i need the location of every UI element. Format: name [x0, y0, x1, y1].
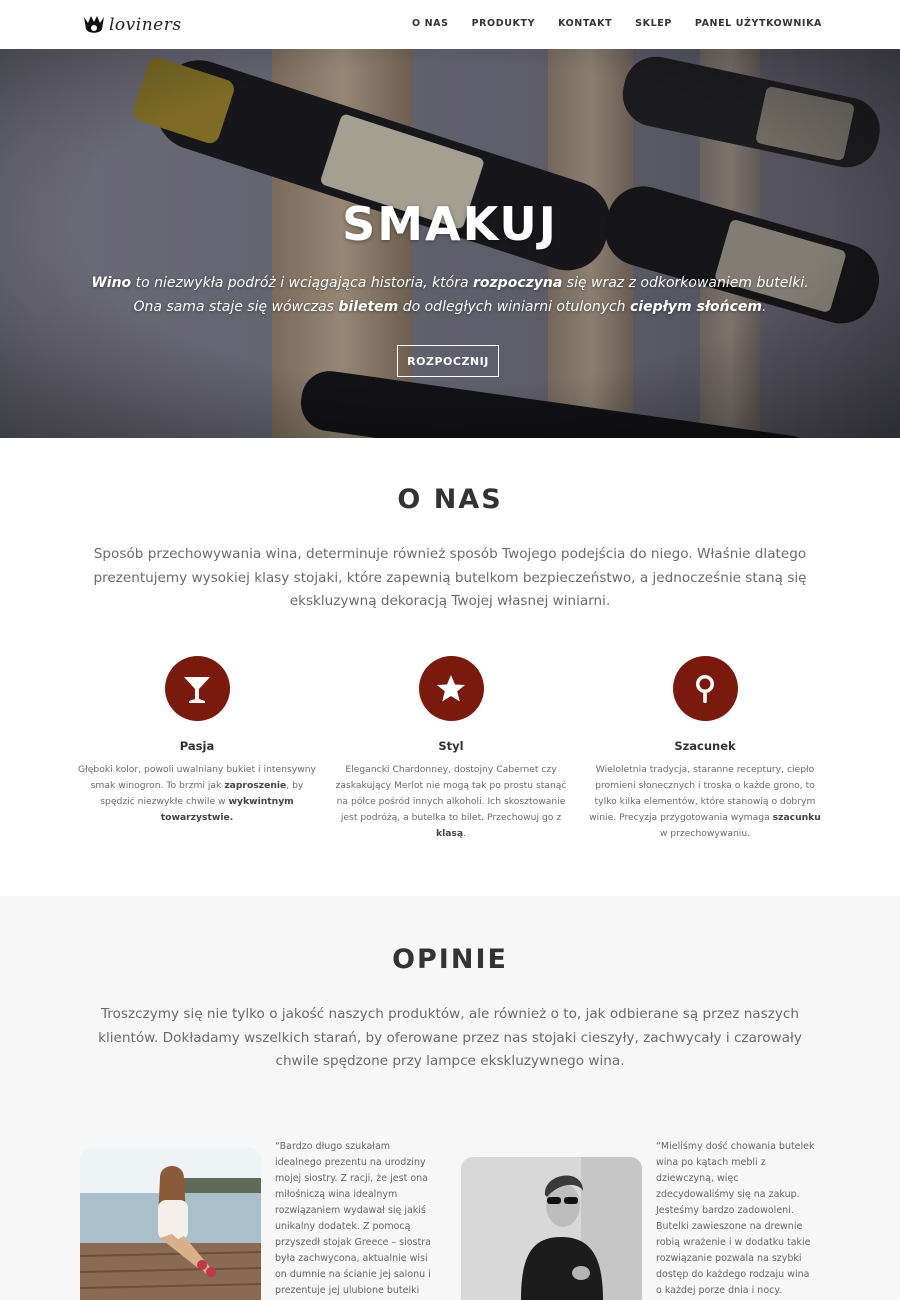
menu-item-panel-uzytkownika[interactable]: PANEL UŻYTKOWNIKA	[695, 18, 822, 29]
menu-item-sklep[interactable]: SKLEP	[635, 18, 672, 29]
hero-description: Wino to niezwykła podróż i wciągająca hi…	[90, 271, 810, 319]
main-menu: O NAS PRODUKTY KONTAKT SKLEP PANEL UŻYTK…	[412, 18, 822, 29]
menu-item-kontakt[interactable]: KONTAKT	[558, 18, 612, 29]
feature-pasja: Pasja Głęboki kolor, powoli uwalniany bu…	[72, 656, 322, 826]
logo[interactable]: loviners	[82, 12, 182, 38]
crown-logo-icon	[84, 16, 104, 33]
lollipop-icon	[672, 656, 738, 721]
top-navbar: loviners O NAS PRODUKTY KONTAKT SKLEP PA…	[0, 0, 900, 49]
review-quote-2: “Mieliśmy dość chowania butelek wina po …	[656, 1141, 815, 1296]
about-section-title: O NAS	[397, 484, 503, 515]
start-button[interactable]: ROZPOCZNIJ	[397, 345, 499, 377]
feature-szacunek: Szacunek Wieloletnia tradycja, staranne …	[580, 656, 830, 842]
hero-section: SMAKUJ Wino to niezwykła podróż i wciąga…	[0, 49, 900, 438]
hero-title: SMAKUJ	[342, 197, 558, 251]
hero-line-2: Ona sama staje się wówczas biletem do od…	[133, 299, 767, 315]
reviewer-photo-man	[461, 1157, 642, 1300]
feature-title: Szacunek	[674, 739, 736, 753]
menu-item-o-nas[interactable]: O NAS	[412, 18, 449, 29]
feature-description: Głęboki kolor, powoli uwalniany bukiet i…	[78, 764, 316, 823]
hero-line-1: Wino to niezwykła podróż i wciągająca hi…	[91, 275, 809, 291]
star-icon	[418, 656, 484, 721]
feature-description: Elegancki Chardonney, dostojny Cabernet …	[335, 764, 567, 839]
menu-item-produkty[interactable]: PRODUKTY	[472, 18, 535, 29]
cocktail-glass-icon	[164, 656, 230, 721]
feature-description: Wieloletnia tradycja, staranne receptury…	[589, 764, 821, 839]
reviews-intro-text: Troszczymy się nie tylko o jakość naszyc…	[98, 1006, 802, 1069]
reviewer-photo-woman	[80, 1148, 261, 1300]
review-quote-1: “Bardzo długo szukałam idealnego prezent…	[275, 1141, 431, 1296]
logo-text: loviners	[109, 15, 182, 35]
reviews-section: OPINIE Troszczymy się nie tylko o jakość…	[0, 896, 900, 1300]
feature-title: Pasja	[179, 739, 215, 753]
reviews-section-title: OPINIE	[392, 944, 508, 975]
about-intro-text: Sposób przechowywania wina, determinuje …	[93, 546, 807, 609]
feature-title: Styl	[438, 739, 464, 753]
feature-styl: Styl Elegancki Chardonney, dostojny Cabe…	[326, 656, 576, 842]
